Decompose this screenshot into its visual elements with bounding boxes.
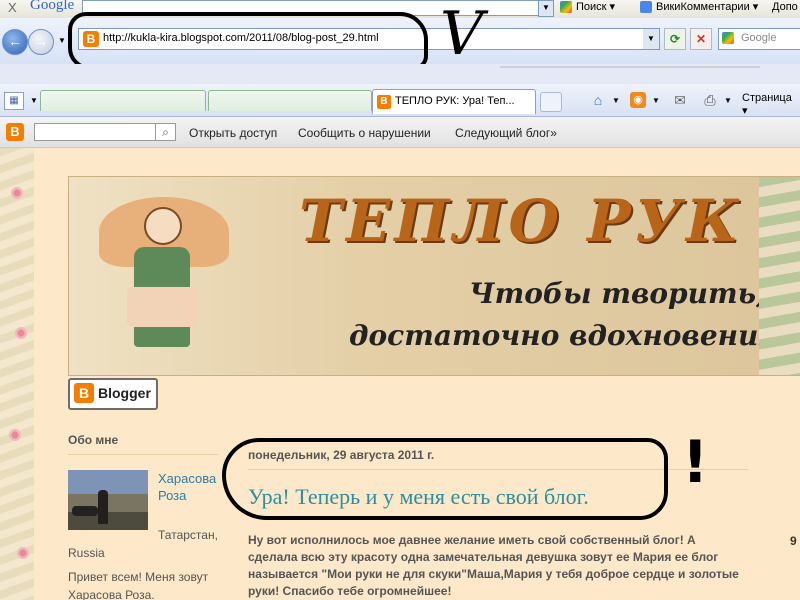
blog-subtitle-line-1: Чтобы творить, bbox=[469, 277, 766, 310]
refresh-icon: ⟳ bbox=[669, 32, 681, 46]
wiki-comments-button[interactable]: ВикиКомментарии ▾ bbox=[640, 0, 758, 16]
blog-title: ТЕПЛО РУК bbox=[299, 187, 743, 255]
title-scribble-annotation bbox=[222, 438, 668, 520]
page-menu-label: Страница bbox=[742, 92, 792, 104]
exclamation-annotation: ! bbox=[682, 428, 709, 496]
stop-button[interactable]: ✕ bbox=[690, 28, 712, 50]
feed-dropdown-icon[interactable]: ▼ bbox=[652, 96, 660, 105]
blogger-navbar: B ⌕ Открыть доступ Сообщить о нарушении … bbox=[0, 117, 800, 148]
wiki-comments-label: ВикиКомментарии bbox=[656, 1, 750, 13]
refresh-button[interactable]: ⟳ bbox=[664, 28, 686, 50]
tab-list-dropdown-icon[interactable]: ▼ bbox=[30, 96, 38, 105]
blogger-logo-icon: B bbox=[74, 383, 94, 403]
search-button[interactable]: Поиск ▾ bbox=[560, 0, 615, 16]
comment-icon bbox=[640, 1, 652, 14]
links-bar bbox=[0, 64, 800, 85]
tab-blank-1[interactable] bbox=[40, 90, 206, 111]
quick-tabs-icon[interactable]: ▦ bbox=[4, 92, 24, 110]
floral-border bbox=[0, 148, 34, 600]
tab-active[interactable]: B ТЕПЛО РУК: Ура! Теп... bbox=[372, 89, 536, 114]
blogger-badge[interactable]: B Blogger bbox=[68, 378, 158, 410]
search-button-label: Поиск bbox=[576, 1, 607, 13]
flower-decoration bbox=[8, 428, 22, 442]
share-link[interactable]: Открыть доступ bbox=[189, 126, 277, 140]
search-icon[interactable]: ⌕ bbox=[155, 123, 175, 141]
address-dropdown-icon[interactable]: ▼ bbox=[643, 29, 659, 49]
more-button-label: Допо bbox=[772, 1, 798, 13]
google-logo: Google bbox=[30, 0, 75, 13]
profile-location: Татарстан, Russia bbox=[68, 528, 218, 560]
check-mark-annotation: V bbox=[440, 0, 484, 69]
back-button[interactable]: ← bbox=[2, 29, 28, 55]
floral-border-right bbox=[759, 177, 800, 375]
blogger-badge-label: Blogger bbox=[98, 385, 151, 401]
url-scribble-annotation bbox=[68, 12, 428, 70]
blog-subtitle-line-2: достаточно вдохновения bbox=[349, 319, 781, 352]
print-dropdown-icon[interactable]: ▼ bbox=[724, 96, 732, 105]
google-g-icon bbox=[560, 1, 572, 14]
forward-button[interactable]: → bbox=[28, 29, 54, 55]
blogger-favicon-icon: B bbox=[377, 95, 391, 109]
sidebar-divider bbox=[68, 454, 218, 455]
rss-feed-icon[interactable]: ◉ bbox=[630, 92, 646, 108]
flower-decoration bbox=[16, 546, 30, 560]
google-g-icon bbox=[722, 32, 734, 44]
flower-decoration bbox=[14, 326, 28, 340]
new-tab-button[interactable] bbox=[540, 92, 562, 112]
history-dropdown-icon[interactable]: ▼ bbox=[58, 36, 66, 45]
search-placeholder: Google bbox=[741, 32, 777, 44]
blog-header-banner[interactable]: ТЕПЛО РУК Чтобы творить, достаточно вдох… bbox=[68, 176, 800, 376]
profile-about: Привет всем! Меня зовут Харасова Роза. bbox=[68, 570, 209, 600]
profile-photo[interactable] bbox=[68, 470, 148, 530]
about-me-heading: Обо мне bbox=[68, 433, 119, 447]
mail-icon[interactable]: ✉ bbox=[670, 90, 690, 110]
flower-decoration bbox=[10, 186, 24, 200]
tab-active-label: ТЕПЛО РУК: Ура! Теп... bbox=[395, 95, 515, 107]
stop-icon: ✕ bbox=[695, 32, 707, 46]
blogger-logo-icon[interactable]: B bbox=[6, 123, 24, 141]
close-toolbar-icon[interactable]: X bbox=[8, 0, 17, 15]
page-menu-button[interactable]: Страница ▾ bbox=[742, 92, 800, 117]
next-blog-link[interactable]: Следующий блог» bbox=[455, 126, 557, 140]
home-icon[interactable]: ⌂ bbox=[588, 90, 608, 110]
home-dropdown-icon[interactable]: ▼ bbox=[612, 96, 620, 105]
arrow-right-icon: → bbox=[34, 33, 48, 49]
links-bar-line bbox=[500, 66, 760, 74]
angel-doll-illustration bbox=[89, 187, 239, 367]
profile-name-link[interactable]: Харасова Роза bbox=[158, 470, 216, 504]
print-icon[interactable]: ⎙ bbox=[700, 90, 720, 110]
post-body-text: Ну вот исполнилось мое давнее желание им… bbox=[248, 533, 739, 598]
arrow-left-icon: ← bbox=[8, 33, 22, 49]
more-button[interactable]: Допо bbox=[772, 0, 798, 16]
report-abuse-link[interactable]: Сообщить о нарушении bbox=[298, 126, 431, 140]
blog-page: ТЕПЛО РУК Чтобы творить, достаточно вдох… bbox=[0, 148, 800, 600]
google-search-box[interactable]: Google bbox=[718, 28, 800, 50]
tab-bar: ▦ ▼ B ТЕПЛО РУК: Ура! Теп... ⌂ ▼ ◉ ▼ ✉ ⎙… bbox=[0, 84, 800, 117]
tab-blank-2[interactable] bbox=[208, 90, 372, 111]
chevron-down-icon[interactable]: ▼ bbox=[538, 0, 554, 17]
edge-digit: 9 bbox=[790, 534, 797, 548]
